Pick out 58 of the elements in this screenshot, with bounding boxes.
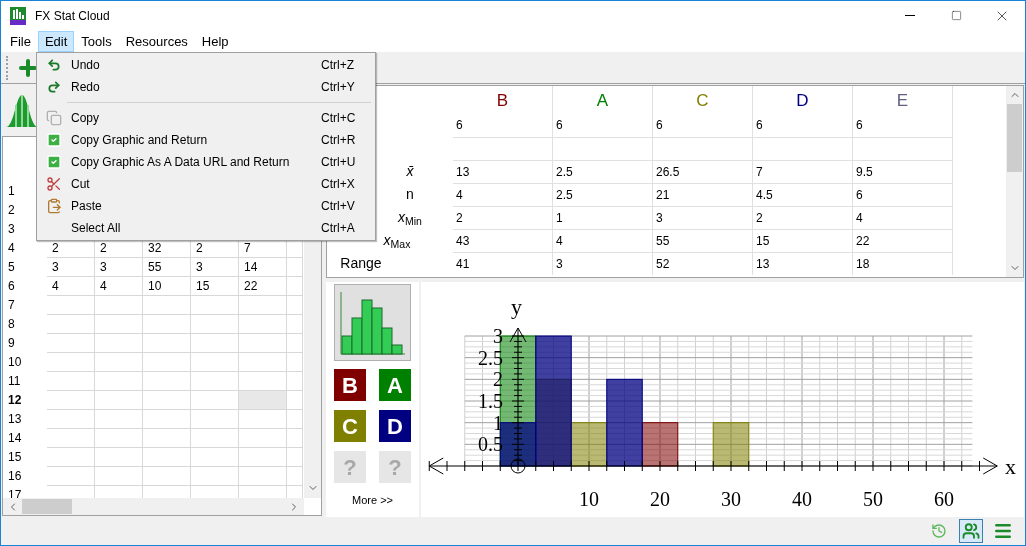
table-cell: 3 [553, 252, 653, 275]
tick-label: 3 [493, 325, 503, 347]
table-cell: 1 [553, 206, 653, 229]
table-cell: 4 [453, 183, 553, 206]
shortcut-label: Ctrl+Z [321, 57, 355, 74]
shortcut-label: Ctrl+Y [321, 79, 356, 96]
table-cell: 13 [453, 160, 553, 183]
table-cell: 22 [853, 229, 953, 252]
table-cell: 2 [453, 206, 553, 229]
shortcut-label: Ctrl+V [321, 198, 356, 215]
table-cell: 6 [853, 183, 953, 206]
tick-label: 60 [934, 488, 954, 510]
shortcut-label: Ctrl+X [321, 176, 356, 193]
table-cell: 3 [653, 206, 753, 229]
table-cell: 43 [453, 229, 553, 252]
tick-label: 10 [579, 488, 599, 510]
shortcut-label: Ctrl+R [321, 132, 357, 149]
column-header: A [596, 89, 609, 112]
table-cell: 6 [553, 113, 653, 137]
table-cell: 52 [653, 252, 753, 275]
row-label: Range [340, 254, 383, 273]
table-cell: 21 [653, 183, 753, 206]
table-cell: 4.5 [753, 183, 853, 206]
tick-label: 30 [721, 488, 741, 510]
column-header: D [796, 89, 809, 112]
column-header: E [896, 89, 909, 112]
tick-label: 40 [792, 488, 812, 510]
axis-label: x [1005, 454, 1016, 479]
table-cell: 26.5 [653, 160, 753, 183]
table-cell: 2 [753, 206, 853, 229]
table-cell: 4 [853, 206, 953, 229]
table-cell: 2.5 [553, 183, 653, 206]
table-cell: 41 [453, 252, 553, 275]
table-cell: 6 [753, 113, 853, 137]
column-header: C [696, 89, 709, 112]
table-cell: 6 [653, 113, 753, 137]
table-cell: 4 [553, 229, 653, 252]
axis-label: y [511, 294, 522, 319]
table-cell: 13 [753, 252, 853, 275]
table-cell: 2.5 [553, 160, 653, 183]
shortcut-label: Ctrl+A [321, 220, 356, 237]
table-cell: 6 [453, 113, 553, 137]
column-header: B [496, 89, 509, 112]
window-title: FX Stat Cloud [35, 7, 110, 25]
table-cell: 55 [653, 229, 753, 252]
tick-label: 50 [863, 488, 883, 510]
table-cell: 18 [853, 252, 953, 275]
row-label: x$_{Max}$ [382, 231, 411, 251]
row-label: x$_{Min}$ [396, 208, 422, 228]
table-cell: 15 [753, 229, 853, 252]
table-cell: 6 [853, 113, 953, 137]
row-label: x̄ [405, 162, 414, 181]
row-label: n [405, 185, 414, 204]
tick-label: 20 [650, 488, 670, 510]
table-cell: 7 [753, 160, 853, 183]
shortcut-label: Ctrl+C [321, 110, 357, 127]
table-cell: 9.5 [853, 160, 953, 183]
shortcut-label: Ctrl+U [321, 154, 357, 171]
